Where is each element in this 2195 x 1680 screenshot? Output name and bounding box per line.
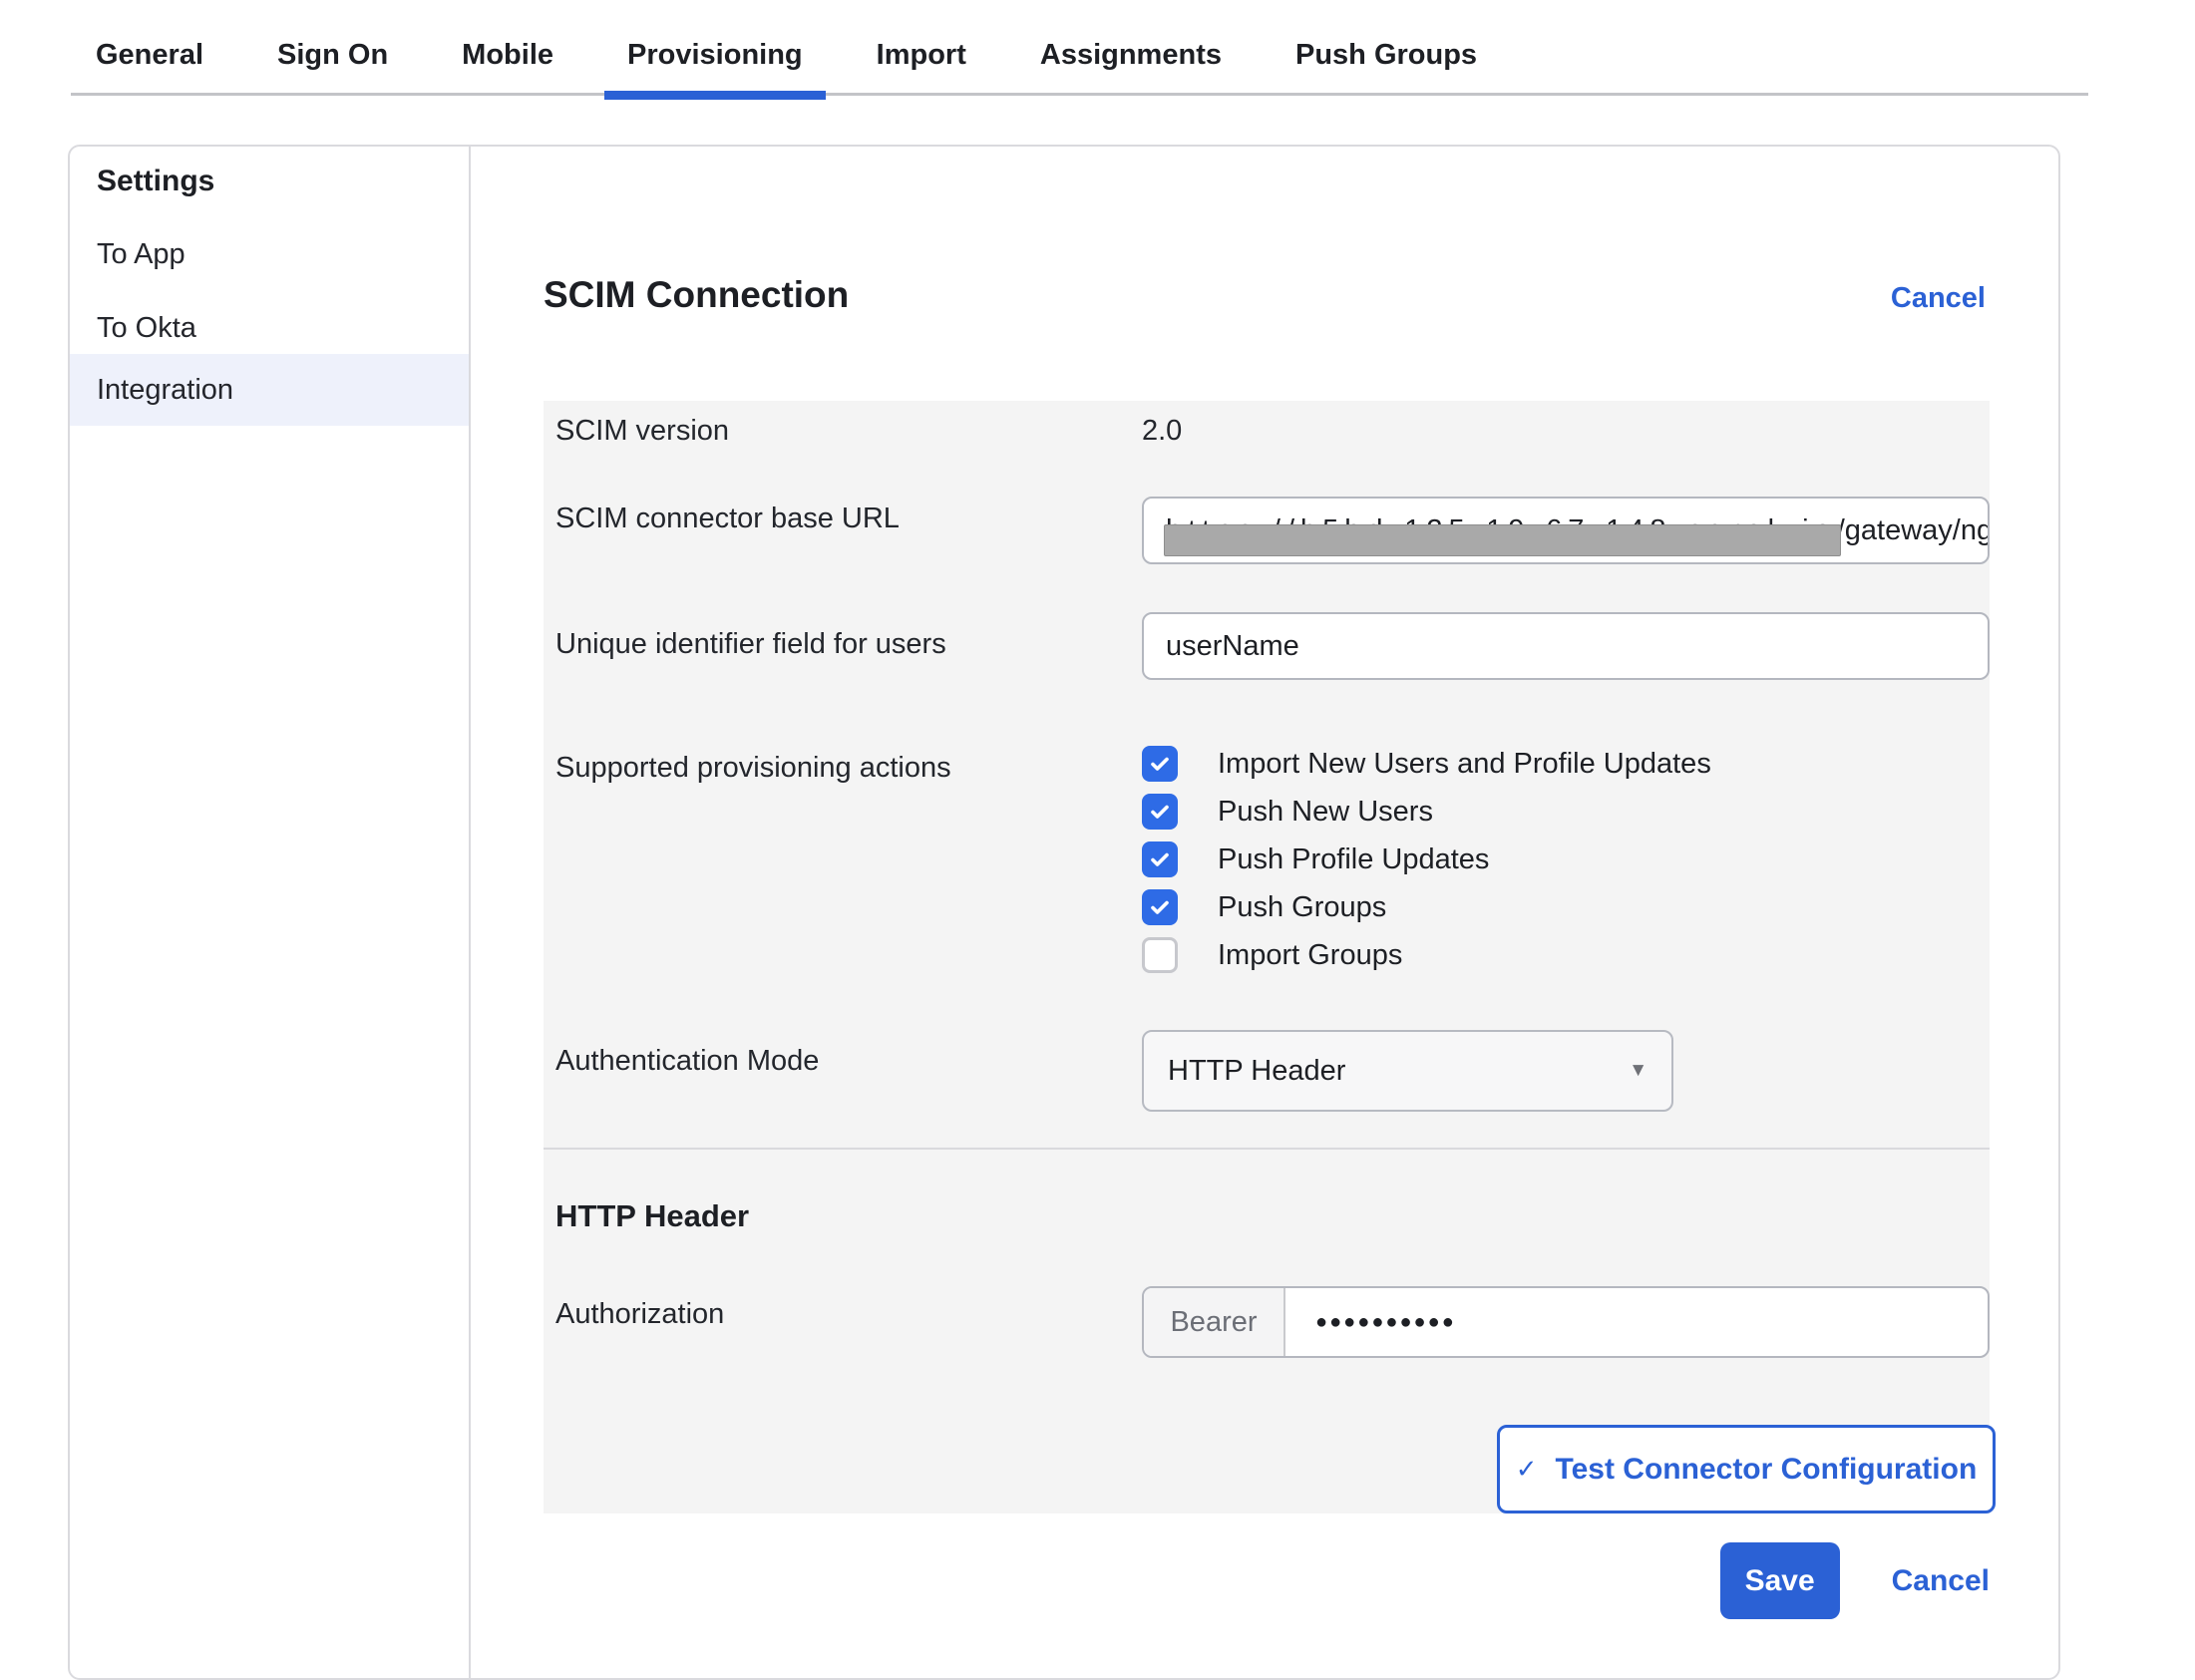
- checkbox-push-new-users[interactable]: [1142, 794, 1178, 830]
- base-url-redacted-text: https://b5bd-125-19-67-148.ngrok.io: [1166, 514, 1837, 547]
- scim-settings-panel: SCIM version 2.0 SCIM connector base URL…: [544, 401, 1990, 1513]
- scim-version-value: 2.0: [1142, 415, 1182, 448]
- checkbox-label: Import New Users and Profile Updates: [1218, 748, 1711, 781]
- checkbox-row-import-groups[interactable]: Import Groups: [1142, 937, 1711, 973]
- checkbox-row-push-profile-updates[interactable]: Push Profile Updates: [1142, 841, 1711, 877]
- base-url-visible-text: /gateway/ng/api/scim/acc: [1837, 514, 1990, 547]
- test-connector-button-label: Test Connector Configuration: [1556, 1453, 1978, 1487]
- unique-id-label: Unique identifier field for users: [555, 628, 1114, 661]
- bearer-prefix: Bearer: [1144, 1288, 1285, 1356]
- checkbox-push-groups[interactable]: [1142, 889, 1178, 925]
- tab-sign-on[interactable]: Sign On: [277, 14, 388, 96]
- section-divider: [544, 1148, 1990, 1150]
- check-icon: [1148, 752, 1172, 776]
- checkbox-label: Push Profile Updates: [1218, 843, 1489, 876]
- checkbox-import-users[interactable]: [1142, 746, 1178, 782]
- provisioning-settings-card: Settings To App To Okta Integration SCIM…: [68, 145, 2060, 1680]
- cancel-link-top[interactable]: Cancel: [1891, 282, 1986, 315]
- checkbox-row-push-groups[interactable]: Push Groups: [1142, 889, 1711, 925]
- authorization-input-group: Bearer ●●●●●●●●●●: [1142, 1286, 1990, 1358]
- auth-mode-value: HTTP Header: [1168, 1055, 1345, 1088]
- authorization-label: Authorization: [555, 1298, 1114, 1331]
- checkbox-push-profile-updates[interactable]: [1142, 841, 1178, 877]
- cancel-link-bottom[interactable]: Cancel: [1892, 1564, 1990, 1598]
- main-content: SCIM Connection Cancel SCIM version 2.0 …: [471, 147, 2058, 1678]
- check-icon: [1148, 847, 1172, 871]
- app-tab-bar: General Sign On Mobile Provisioning Impo…: [0, 0, 2195, 96]
- save-button[interactable]: Save: [1720, 1542, 1840, 1619]
- checkbox-row-push-new-users[interactable]: Push New Users: [1142, 794, 1711, 830]
- base-url-label: SCIM connector base URL: [555, 503, 1114, 535]
- tab-general[interactable]: General: [96, 14, 203, 96]
- checkbox-import-groups[interactable]: [1142, 937, 1178, 973]
- sidebar-item-to-app[interactable]: To App: [70, 218, 469, 290]
- tab-list: General Sign On Mobile Provisioning Impo…: [96, 0, 1477, 96]
- auth-mode-label: Authentication Mode: [555, 1045, 1114, 1078]
- checkbox-label: Push New Users: [1218, 796, 1433, 829]
- check-icon: [1148, 800, 1172, 824]
- auth-mode-dropdown[interactable]: HTTP Header ▼: [1142, 1030, 1673, 1112]
- tab-assignments[interactable]: Assignments: [1040, 14, 1222, 96]
- chevron-down-icon: ▼: [1629, 1060, 1647, 1082]
- checkbox-row-import-users[interactable]: Import New Users and Profile Updates: [1142, 746, 1711, 782]
- http-header-heading: HTTP Header: [555, 1198, 749, 1234]
- checkbox-label: Push Groups: [1218, 891, 1386, 924]
- check-icon: ✓: [1516, 1454, 1538, 1485]
- page-title: SCIM Connection: [544, 274, 849, 316]
- authorization-token-input[interactable]: ●●●●●●●●●●: [1285, 1288, 1456, 1356]
- footer-actions: Save Cancel: [544, 1542, 1990, 1619]
- unique-id-value: userName: [1166, 630, 1299, 663]
- tab-bar-divider: [71, 93, 2088, 96]
- sidebar-header: Settings: [97, 165, 214, 198]
- provisioning-actions-group: Import New Users and Profile Updates Pus…: [1142, 746, 1711, 985]
- check-icon: [1148, 895, 1172, 919]
- provisioning-actions-label: Supported provisioning actions: [555, 752, 1114, 785]
- tab-mobile[interactable]: Mobile: [462, 14, 553, 96]
- scim-version-label: SCIM version: [555, 415, 1114, 448]
- settings-sidebar: Settings To App To Okta Integration: [70, 147, 471, 1678]
- tab-push-groups[interactable]: Push Groups: [1295, 14, 1477, 96]
- tab-import[interactable]: Import: [877, 14, 966, 96]
- base-url-input[interactable]: https://b5bd-125-19-67-148.ngrok.io/gate…: [1142, 497, 1990, 564]
- tab-provisioning[interactable]: Provisioning: [627, 14, 803, 96]
- checkbox-label: Import Groups: [1218, 939, 1402, 972]
- sidebar-item-integration[interactable]: Integration: [70, 354, 469, 426]
- unique-id-input[interactable]: userName: [1142, 612, 1990, 680]
- test-connector-configuration-button[interactable]: ✓ Test Connector Configuration: [1497, 1425, 1996, 1513]
